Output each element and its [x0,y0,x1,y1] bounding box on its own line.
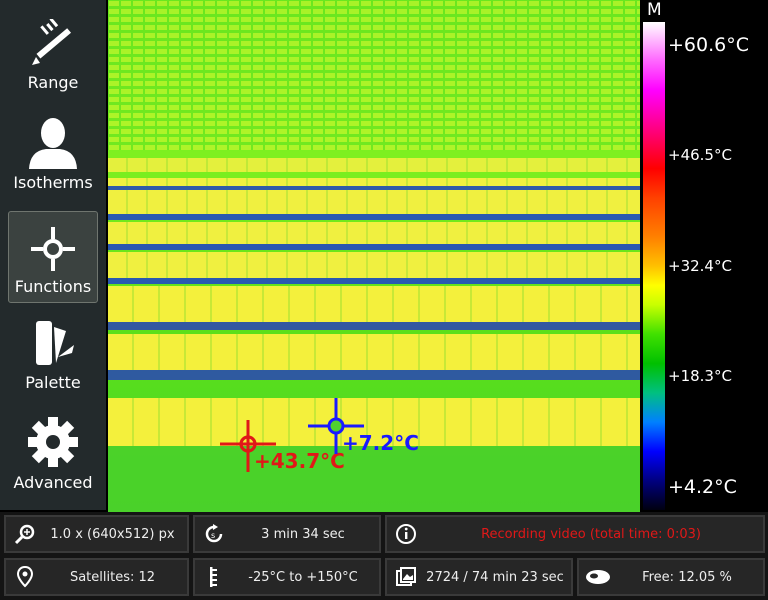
color-scale-bar[interactable] [643,22,665,510]
sidebar-item-advanced[interactable]: Advanced [8,406,98,498]
sidebar-item-range[interactable]: Range [8,6,98,98]
info-icon [396,524,416,544]
timer-refresh-icon: s [205,524,223,543]
gps-status[interactable]: Satellites: 12 [4,558,189,596]
sidebar-item-label: Isotherms [13,173,93,192]
time-remaining-text: 3 min 34 sec [261,526,345,542]
location-pin-icon [16,566,34,588]
status-bar: 1.0 x (640x512) px s 3 min 34 sec Record… [0,512,768,600]
storage-status[interactable]: Free: 12.05 % [577,558,765,596]
sidebar-item-isotherms[interactable]: Isotherms [8,106,98,198]
temperature-range-text: -25°C to +150°C [248,569,358,585]
scale-tick-label: +46.5°C [668,146,732,164]
zoom-status[interactable]: 1.0 x (640x512) px [4,515,189,553]
thermal-image-view[interactable]: +43.7°C +7.2°C [108,0,640,512]
magnifier-zoom-icon [14,524,35,545]
recording-text: Recording video (total time: 0:03) [481,526,701,542]
images-text: 2724 / 74 min 23 sec [426,569,564,585]
scale-tick-label: +18.3°C [668,367,732,385]
svg-text:s: s [211,531,215,540]
scale-min-label: +4.2°C [668,476,737,498]
temperature-scale: M +60.6°C +46.5°C +32.4°C +18.3°C +4.2°C [640,0,768,512]
scale-tick-label: +32.4°C [668,257,732,275]
satellites-text: Satellites: 12 [69,569,156,585]
gear-icon [28,417,78,467]
temperature-range-status[interactable]: -25°C to +150°C [193,558,381,596]
images-status[interactable]: 2724 / 74 min 23 sec [385,558,573,596]
image-gallery-icon [396,567,416,586]
recording-status[interactable]: Recording video (total time: 0:03) [385,515,765,553]
crosshair-icon [31,227,75,271]
free-space-text: Free: 12.05 % [642,569,732,585]
sidebar-item-functions[interactable]: Functions [8,211,98,303]
range-scale-icon [210,567,217,587]
sidebar-item-label: Range [27,73,79,92]
palette-swatch-icon [36,321,74,365]
zoom-text: 1.0 x (640x512) px [50,526,175,542]
storage-disk-icon [586,570,610,584]
scale-max-label: +60.6°C [668,34,749,56]
sidebar-item-label: Advanced [13,473,93,492]
scale-mode-label: M [647,0,662,20]
sidebar: Range Isotherms Functions Palette Advanc… [0,0,106,510]
time-remaining-status[interactable]: s 3 min 34 sec [193,515,381,553]
sidebar-item-palette[interactable]: Palette [8,306,98,398]
range-ruler-icon [32,19,72,65]
sidebar-item-label: Palette [25,373,81,392]
sidebar-item-label: Functions [14,277,92,296]
cold-spot-value: +7.2°C [342,431,419,455]
person-silhouette-icon [29,118,77,169]
